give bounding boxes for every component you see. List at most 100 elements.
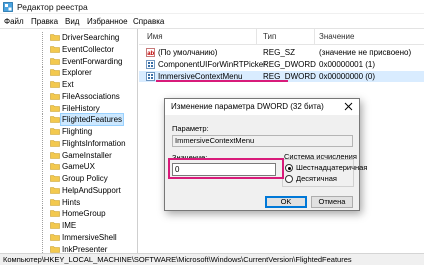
tree-item[interactable]: EventForwarding xyxy=(0,55,137,67)
list-item[interactable]: ComponentUIForWinRTPicker REG_DWORD 0x00… xyxy=(139,59,424,70)
tree-item[interactable]: Group Policy xyxy=(0,173,137,184)
column-separator[interactable] xyxy=(256,29,257,45)
list-item-selected[interactable]: ImmersiveContextMenu REG_DWORD 0x0000000… xyxy=(139,71,424,82)
param-label: Параметр: xyxy=(172,124,209,133)
value-type: REG_SZ xyxy=(263,48,296,57)
tree-item[interactable]: IME xyxy=(0,220,137,231)
menu-favorites[interactable]: Избранное xyxy=(87,17,128,26)
folder-icon xyxy=(50,116,60,124)
value-input[interactable]: 0 xyxy=(172,163,276,176)
tree-connector xyxy=(42,126,43,137)
tree-item-label: IME xyxy=(62,221,77,230)
tree-item[interactable]: ImmersiveShell xyxy=(0,231,137,243)
tree-item[interactable]: Hints xyxy=(0,196,137,208)
column-separator[interactable] xyxy=(314,29,315,45)
tree-connector xyxy=(42,55,43,67)
tree-item-label: GameInstaller xyxy=(62,150,112,160)
value-label: Значение: xyxy=(172,153,208,162)
tree-item-label: Flighting xyxy=(62,127,93,136)
folder-icon xyxy=(50,198,60,206)
tree-connector xyxy=(42,161,43,173)
folder-icon xyxy=(50,57,60,65)
folder-icon xyxy=(50,81,60,88)
folder-icon xyxy=(50,186,60,194)
folder-icon xyxy=(50,128,60,135)
tree-item-label: FileAssociations xyxy=(62,91,120,101)
ok-button[interactable]: OK xyxy=(265,196,307,208)
folder-icon xyxy=(50,245,60,253)
tree-item-label: Hints xyxy=(62,197,81,207)
menu-view[interactable]: Вид xyxy=(65,17,79,26)
tree-connector xyxy=(42,173,43,184)
menu-file[interactable]: Файл xyxy=(4,17,24,26)
tree-connector xyxy=(42,102,43,114)
value-type: REG_DWORD xyxy=(263,60,316,69)
radio-button[interactable] xyxy=(285,175,293,183)
tree-connector xyxy=(42,184,43,196)
tree-item-selected[interactable]: FlightedFeatures xyxy=(0,113,137,127)
folder-icon xyxy=(50,163,60,171)
tree-item[interactable]: InkPresenter xyxy=(0,243,137,254)
tree-item-label: Group Policy xyxy=(62,174,108,183)
tree-item[interactable]: HomeGroup xyxy=(0,208,137,220)
tree-connector xyxy=(42,90,43,102)
tree-item-label: InkPresenter xyxy=(62,244,108,254)
radio-button-checked[interactable] xyxy=(285,164,293,172)
column-header-value[interactable]: Значение xyxy=(319,32,354,41)
dialog-title: Изменение параметра DWORD (32 бита) xyxy=(171,102,324,111)
registry-tree[interactable]: DriverSearching EventCollector EventForwar… xyxy=(0,29,138,253)
tree-item[interactable]: DriverSearching xyxy=(0,32,137,43)
tree-item-label: FlightedFeatures xyxy=(59,113,125,127)
window-title: Редактор реестра xyxy=(17,2,88,12)
tree-item[interactable]: GameInstaller xyxy=(0,149,137,161)
tree-item-label: FlightsInformation xyxy=(62,138,126,148)
value-name: ImmersiveContextMenu xyxy=(158,72,243,81)
tree-item[interactable]: Flighting xyxy=(0,126,137,137)
tree-item-label: HomeGroup xyxy=(62,209,106,219)
tree-item[interactable]: Ext xyxy=(0,79,137,90)
status-bar: Компьютер\HKEY_LOCAL_MACHINE\SOFTWARE\Mi… xyxy=(0,253,424,265)
tree-item-label: FileHistory xyxy=(62,103,100,113)
tree-item[interactable]: EventCollector xyxy=(0,43,137,55)
menu-help[interactable]: Справка xyxy=(133,17,164,26)
list-item[interactable]: ab (По умолчанию) REG_SZ (значение не пр… xyxy=(139,47,424,58)
menu-edit[interactable]: Правка xyxy=(31,17,58,26)
tree-connector xyxy=(42,243,43,253)
folder-icon xyxy=(50,104,60,112)
tree-item-label: EventForwarding xyxy=(62,56,123,66)
folder-icon xyxy=(50,139,60,147)
tree-connector xyxy=(42,43,43,55)
tree-item[interactable]: FileAssociations xyxy=(0,90,137,102)
tree-item[interactable]: GameUX xyxy=(0,161,137,173)
tree-item[interactable]: FlightsInformation xyxy=(0,137,137,149)
tree-connector xyxy=(42,231,43,243)
tree-connector xyxy=(42,149,43,161)
tree-item[interactable]: Explorer xyxy=(0,67,137,79)
tree-item-label: GameUX xyxy=(62,162,95,172)
svg-text:ab: ab xyxy=(147,51,154,57)
dialog-title-bar[interactable]: Изменение параметра DWORD (32 бита) xyxy=(165,99,359,115)
list-header: Имя Тип Значение xyxy=(139,29,424,45)
folder-icon xyxy=(50,45,60,53)
tree-item-label: HelpAndSupport xyxy=(62,185,121,195)
tree-connector xyxy=(42,196,43,208)
binary-value-icon xyxy=(146,60,155,69)
radio-label: Десятичная xyxy=(296,174,337,183)
column-header-type[interactable]: Тип xyxy=(263,32,276,41)
tree-item[interactable]: FileHistory xyxy=(0,102,137,114)
tree-item-label: Ext xyxy=(62,80,74,89)
folder-icon xyxy=(50,233,60,241)
column-header-name[interactable]: Имя xyxy=(147,32,163,41)
tree-connector xyxy=(42,220,43,231)
folder-icon xyxy=(50,151,60,159)
tree-item[interactable]: HelpAndSupport xyxy=(0,184,137,196)
tree-item-label: ImmersiveShell xyxy=(62,232,117,242)
menu-bar: Файл Правка Вид Избранное Справка xyxy=(0,15,424,29)
value-data: 0x00000000 (0) xyxy=(319,72,376,81)
cancel-button[interactable]: Отмена xyxy=(311,196,353,208)
value-data: (значение не присвоено) xyxy=(319,48,412,57)
value-type: REG_DWORD xyxy=(263,72,316,81)
close-icon[interactable] xyxy=(343,101,354,112)
status-path: Компьютер\HKEY_LOCAL_MACHINE\SOFTWARE\Mi… xyxy=(3,255,352,264)
tree-connector xyxy=(42,32,43,43)
